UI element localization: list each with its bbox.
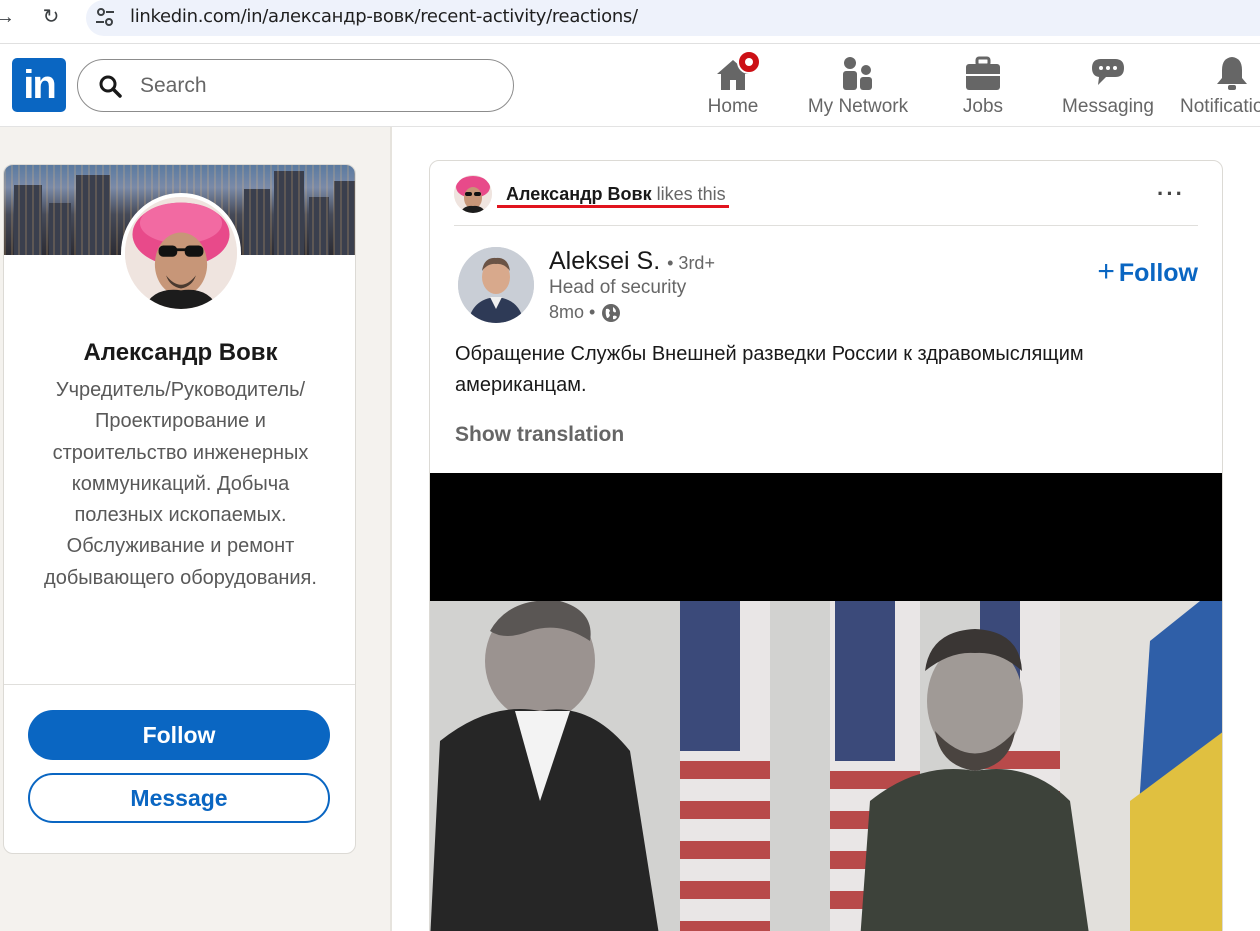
author-avatar[interactable] bbox=[458, 247, 534, 323]
network-icon bbox=[843, 57, 872, 90]
author-name-line: Aleksei S. • 3rd+ bbox=[549, 247, 715, 276]
plus-icon: + bbox=[1097, 255, 1115, 288]
post-age: 8mo • bbox=[549, 302, 596, 322]
follow-author-label: Follow bbox=[1118, 259, 1198, 287]
video-frame bbox=[430, 601, 1222, 931]
post-meta: 8mo • bbox=[549, 302, 621, 323]
post-text: Обращение Службы Внешней разведки России… bbox=[455, 343, 1084, 396]
follow-author-button[interactable]: + Follow bbox=[1097, 255, 1198, 289]
nav-label: Home bbox=[707, 96, 759, 117]
reload-icon[interactable]: ↻ bbox=[38, 4, 64, 30]
author-name[interactable]: Aleksei S. bbox=[549, 247, 660, 275]
browser-toolbar: → ↻ linkedin.com/in/александр-вовк/recen… bbox=[0, 0, 1260, 44]
avatar-photo bbox=[454, 175, 492, 213]
liker-name[interactable]: Александр Вовк bbox=[506, 184, 652, 204]
message-button[interactable]: Message bbox=[28, 773, 330, 823]
search-box[interactable] bbox=[77, 59, 514, 112]
address-bar[interactable]: linkedin.com/in/александр-вовк/recent-ac… bbox=[86, 0, 1260, 36]
follow-button[interactable]: Follow bbox=[28, 710, 330, 760]
profile-name: Александр Вовк bbox=[83, 339, 278, 366]
linkedin-logo[interactable]: in bbox=[12, 58, 66, 112]
nav-label: My Network bbox=[807, 96, 909, 117]
url-text[interactable]: linkedin.com/in/александр-вовк/recent-ac… bbox=[130, 6, 638, 27]
linkedin-header: in Home My Network bbox=[0, 44, 1260, 127]
notification-badge bbox=[737, 50, 761, 74]
nav-messaging[interactable]: Messaging bbox=[1060, 54, 1156, 120]
post-video[interactable] bbox=[430, 473, 1222, 931]
post-divider bbox=[454, 225, 1198, 226]
author-headline: Head of security bbox=[549, 277, 687, 298]
more-options-icon[interactable]: ··· bbox=[1157, 181, 1185, 207]
forward-icon[interactable]: → bbox=[0, 4, 18, 30]
nav-my-network[interactable]: My Network bbox=[804, 54, 912, 120]
nav-notifications[interactable]: Notificatio bbox=[1180, 54, 1260, 120]
profile-card: Александр Вовк Учредитель/Руководитель/ … bbox=[3, 164, 356, 854]
highlight-underline bbox=[497, 205, 729, 208]
bell-icon bbox=[1217, 57, 1247, 90]
briefcase-icon bbox=[966, 56, 1000, 90]
search-input[interactable] bbox=[140, 72, 480, 100]
connection-degree: • 3rd+ bbox=[667, 253, 715, 273]
nav-label: Messaging bbox=[1062, 96, 1154, 117]
card-divider bbox=[4, 684, 355, 685]
liker-avatar[interactable] bbox=[454, 175, 492, 213]
globe-icon bbox=[602, 303, 621, 322]
show-translation-link[interactable]: Show translation bbox=[455, 423, 624, 447]
video-still bbox=[430, 601, 1222, 931]
avatar-photo bbox=[125, 197, 237, 309]
nav-label: Jobs bbox=[962, 96, 1004, 117]
chat-icon bbox=[1092, 59, 1124, 85]
avatar-photo bbox=[458, 247, 534, 323]
profile-avatar[interactable] bbox=[121, 193, 241, 313]
profile-headline: Учредитель/Руководитель/ Проектирование … bbox=[44, 379, 317, 589]
reaction-text: Александр Вовк likes this bbox=[506, 184, 726, 205]
site-settings-icon[interactable] bbox=[94, 6, 116, 28]
activity-post: Александр Вовк likes this ··· Aleksei S.… bbox=[429, 160, 1223, 931]
nav-home[interactable]: Home bbox=[700, 50, 766, 120]
nav-jobs[interactable]: Jobs bbox=[958, 54, 1008, 120]
nav-label: Notificatio bbox=[1180, 96, 1260, 117]
reaction-action: likes this bbox=[656, 184, 726, 204]
search-icon bbox=[99, 75, 122, 98]
